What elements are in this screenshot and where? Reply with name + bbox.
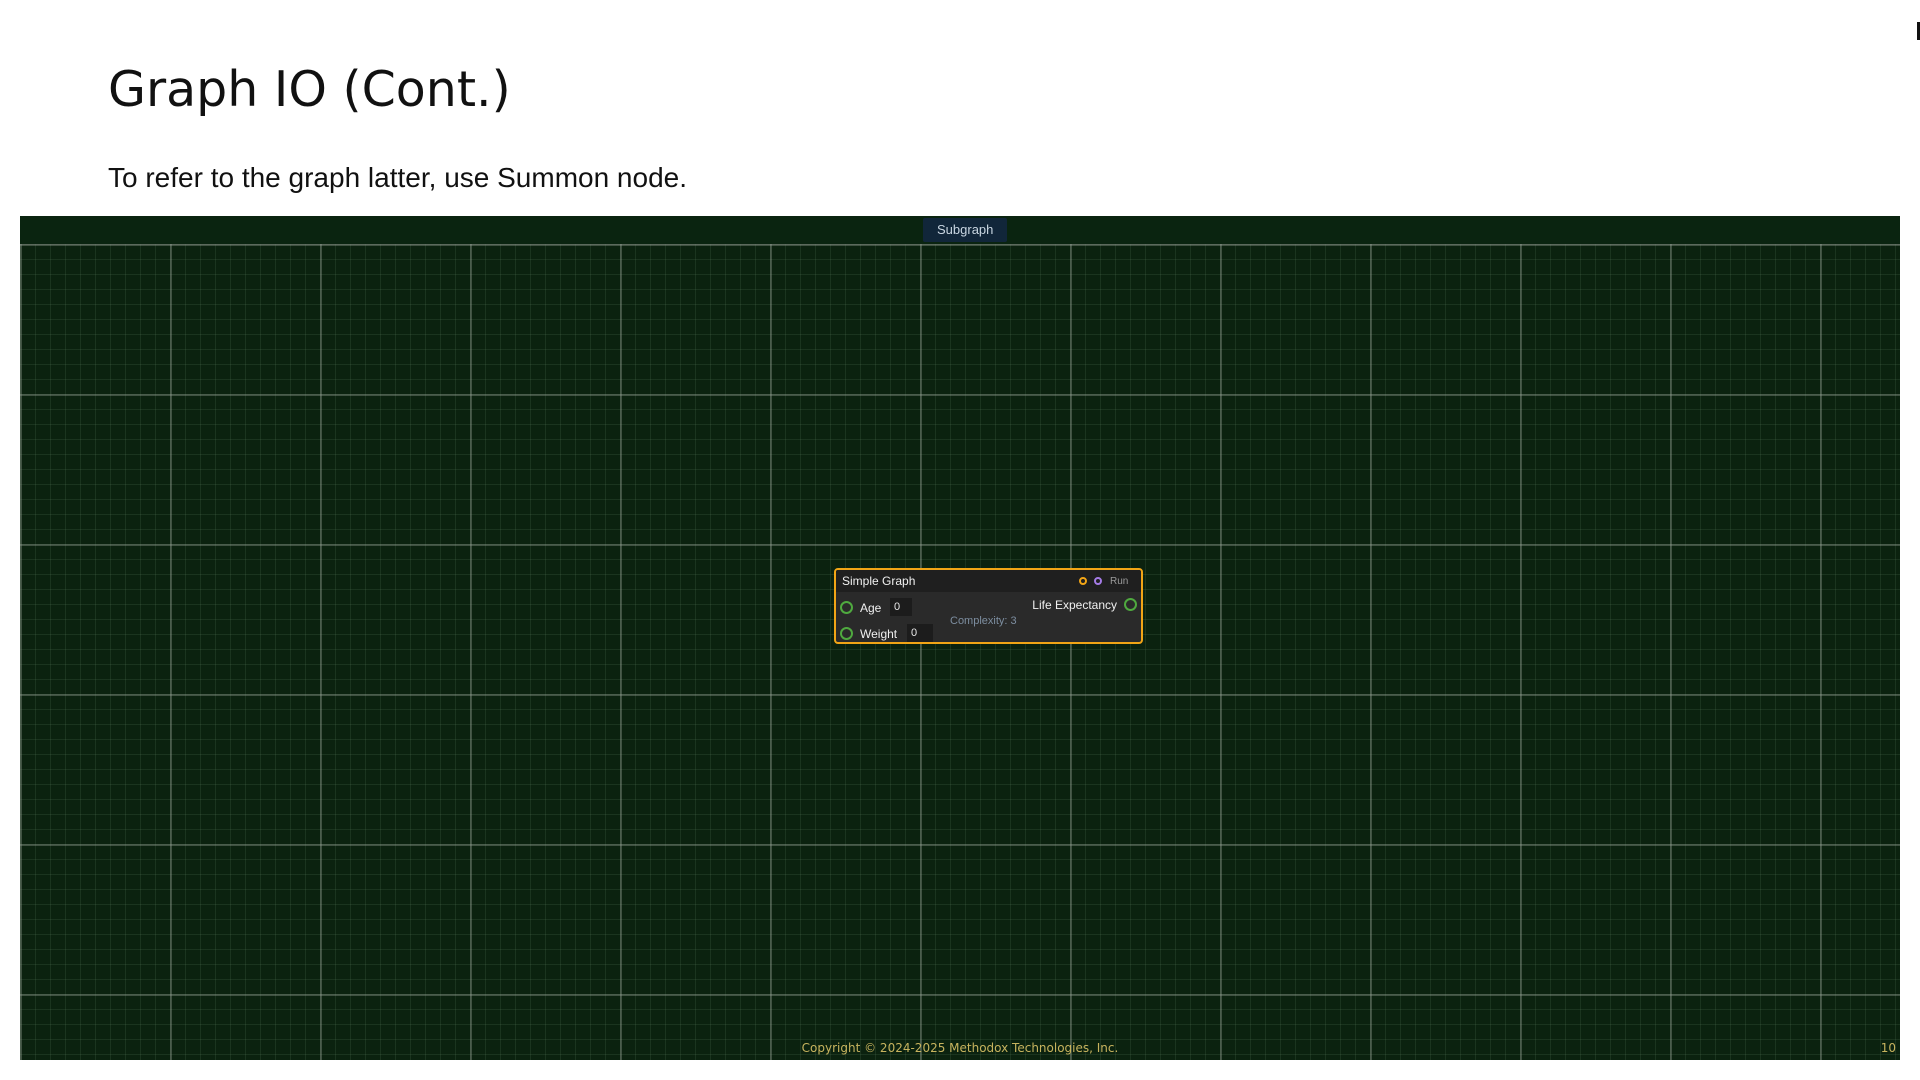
life-expectancy-pin-icon[interactable] [1124,598,1137,611]
slide: Graph IO (Cont.) To refer to the graph l… [0,0,1920,1080]
node-title: Simple Graph [842,574,916,588]
weight-pin-icon[interactable] [840,627,853,640]
canvas-header: Subgraph [20,216,1900,245]
life-expectancy-label: Life Expectancy [1032,598,1117,612]
footer-copyright: Copyright © 2024-2025 Methodox Technolog… [801,1041,1119,1055]
age-pin-icon[interactable] [840,601,853,614]
exec-out-pin-icon[interactable] [1094,577,1102,585]
run-label: Run [1110,576,1129,587]
exec-in-pin-icon[interactable] [1079,577,1087,585]
node-header[interactable]: Simple Graph Run [836,570,1141,592]
simple-graph-node[interactable]: Simple Graph Run Age 0 Weight 0 Life Exp… [834,568,1143,644]
output-row-life-expectancy: Life Expectancy [1017,597,1137,613]
age-label: Age [860,601,882,615]
page-number: 10 [1880,1041,1896,1055]
age-input[interactable]: 0 [890,598,912,616]
slide-title: Graph IO (Cont.) [108,61,511,118]
canvas-grid[interactable]: Simple Graph Run Age 0 Weight 0 Life Exp… [20,244,1900,1060]
complexity-label: Complexity: 3 [950,615,1017,627]
slide-body-text: To refer to the graph latter, use Summon… [108,162,688,193]
weight-input[interactable]: 0 [907,624,933,642]
graph-canvas[interactable]: Subgraph Simple Graph Run Age 0 Weight 0… [20,216,1900,1060]
weight-label: Weight [860,627,898,641]
subgraph-tab[interactable]: Subgraph [923,218,1008,242]
